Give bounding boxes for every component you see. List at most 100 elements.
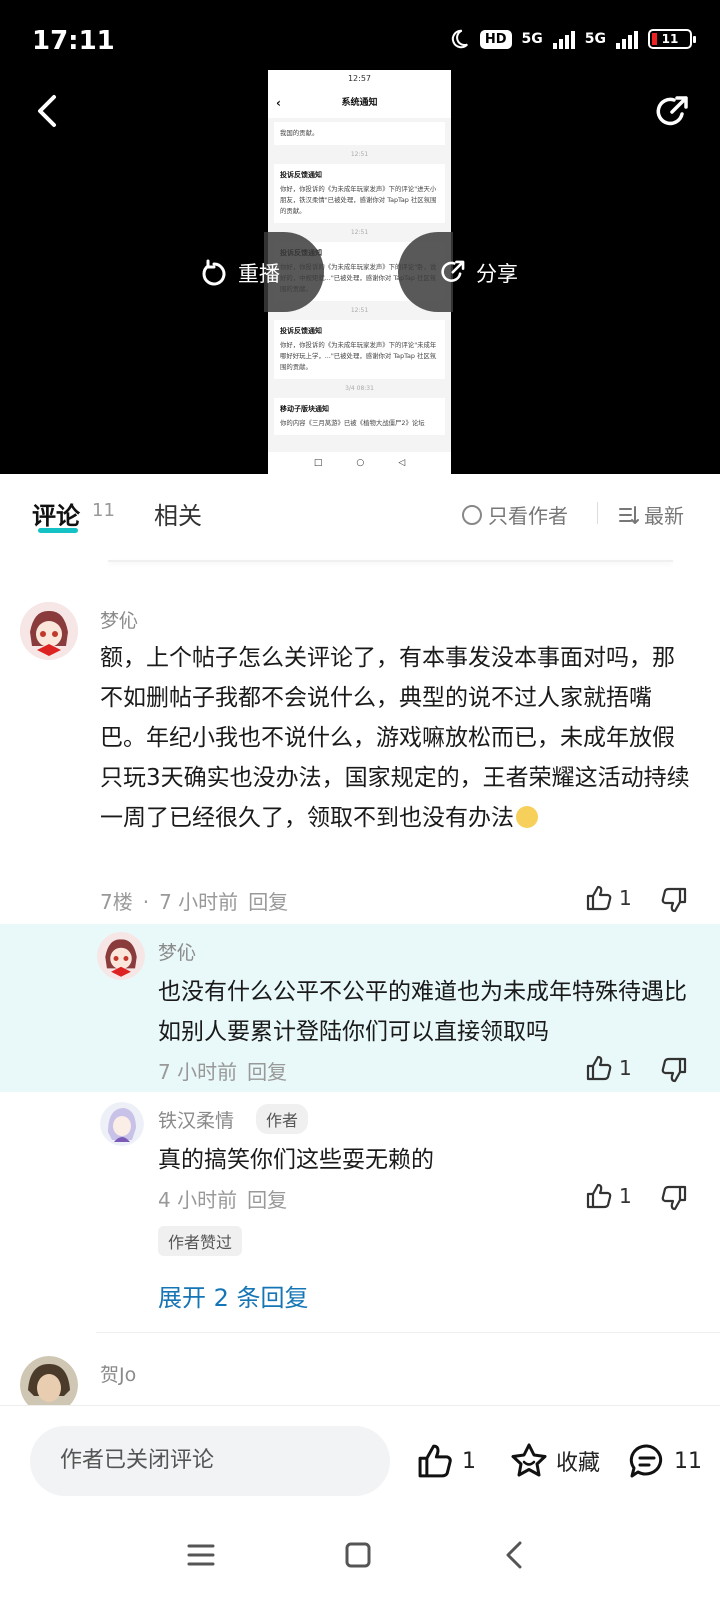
like-count: 1	[619, 1184, 632, 1208]
status-time: 17:11	[32, 26, 115, 56]
tab-active-indicator	[38, 528, 78, 533]
only-author-label: 只看作者	[488, 504, 568, 528]
tab-related[interactable]: 相关	[154, 496, 202, 531]
comment-body: 额，上个帖子怎么关评论了，有本事发没本事面对吗，那不如删帖子我都不会说什么，典型…	[100, 645, 690, 831]
phone-title: 系统通知	[341, 98, 378, 108]
post-like-count: 1	[462, 1448, 476, 1474]
avatar[interactable]	[97, 932, 145, 980]
like-count: 1	[619, 886, 632, 910]
comment-username[interactable]: 梦伈	[100, 606, 138, 633]
reply-meta: 4 小时前 回复	[158, 1184, 297, 1213]
phone-back-icon: ‹	[276, 96, 281, 110]
phone-card-text: 你好，你投诉的《为未成年玩家发声》下的评论"进天小朋友，铁汉柔情"已被处理，感谢…	[280, 185, 437, 215]
comment-floor: 7楼	[100, 890, 133, 914]
comment-meta: 7楼 · 7 小时前 回复	[100, 886, 298, 915]
reply-time: 4 小时前	[158, 1188, 238, 1212]
thumbs-up-icon	[418, 1444, 452, 1478]
reply-button[interactable]: 回复	[248, 890, 288, 914]
tab-comments-count: 11	[92, 500, 115, 521]
thumbs-down-icon[interactable]	[660, 1184, 688, 1212]
replay-icon	[202, 259, 226, 286]
only-author-toggle[interactable]: 只看作者	[462, 500, 568, 529]
phone-card-time: 3/4 08:31	[345, 385, 374, 392]
author-tag: 作者	[256, 1104, 309, 1134]
thumbs-down-icon[interactable]	[660, 1056, 688, 1084]
network-label-2: 5G	[584, 31, 606, 47]
avatar[interactable]	[100, 1102, 144, 1146]
status-bar: 17:11 HD 5G 5G 11	[0, 0, 720, 80]
comment-time: 7 小时前	[159, 890, 239, 914]
expand-replies-link[interactable]: 展开 2 条回复	[158, 1278, 309, 1313]
phone-time: 12:57	[347, 74, 372, 83]
reply-time: 7 小时前	[158, 1060, 238, 1084]
sort-toggle[interactable]: 最新	[618, 500, 684, 529]
comment-input[interactable]: 作者已关闭评论	[30, 1426, 390, 1496]
collect-button[interactable]: 收藏	[510, 1442, 600, 1480]
share-icon[interactable]	[652, 94, 690, 132]
like-button[interactable]: 1	[585, 884, 632, 912]
phone-card: 移动子版块通知你的内容《三月莴游》已被《植物大战僵尸2》论坛	[274, 398, 445, 435]
phone-card-time: 12:51	[350, 151, 369, 158]
thumbs-up-icon	[586, 1183, 612, 1209]
hd-icon: HD	[479, 29, 512, 49]
comment-username[interactable]: 贺Jo	[100, 1360, 136, 1387]
sort-icon	[619, 505, 639, 524]
avatar[interactable]	[20, 602, 78, 660]
phone-square-icon: □	[313, 458, 323, 468]
phone-card-text: 我国的贡献。	[280, 129, 319, 137]
menu-icon[interactable]	[186, 1540, 216, 1570]
reply-text: 也没有什么公平不公平的难道也为未成年特殊待遇比如别人要累计登陆你们可以直接领取吗	[158, 979, 687, 1045]
comments-button[interactable]: 11	[628, 1442, 702, 1480]
like-button[interactable]: 1	[585, 1182, 632, 1210]
signal-icon-2	[616, 29, 638, 49]
share-small-icon	[441, 260, 465, 282]
emoji-icon	[516, 806, 538, 828]
sort-label: 最新	[644, 504, 684, 528]
comment-divider	[96, 1332, 720, 1333]
video-player[interactable]: 17:11 HD 5G 5G 11 12:57 ‹ 系统通知 我国的贡献。 12:…	[0, 0, 720, 474]
tab-comments[interactable]: 评论	[32, 496, 80, 531]
like-post-button[interactable]: 1	[416, 1442, 476, 1480]
phone-card-title: 移动子版块通知	[280, 405, 329, 413]
thumbs-down-icon[interactable]	[660, 886, 688, 914]
bottom-action-bar: 作者已关闭评论 1 收藏 11	[0, 1405, 720, 1520]
comment-count: 11	[674, 1448, 702, 1474]
battery-icon: 11	[648, 29, 696, 49]
home-icon[interactable]	[343, 1540, 373, 1570]
network-label: 5G	[521, 31, 543, 47]
reply-meta: 7 小时前 回复	[158, 1056, 297, 1085]
back-nav-icon[interactable]	[500, 1540, 530, 1570]
share-label: 分享	[476, 262, 518, 286]
status-icons: HD 5G 5G 11	[448, 28, 696, 50]
thumbs-up-icon	[586, 885, 612, 911]
phone-circle-icon: ○	[356, 458, 365, 468]
reply-text: 真的搞笑你们这些耍无赖的	[158, 1147, 434, 1173]
back-icon[interactable]	[36, 94, 58, 128]
star-icon	[511, 1443, 547, 1477]
like-button[interactable]: 1	[585, 1054, 632, 1082]
section-divider	[108, 560, 673, 562]
phone-nav: ‹ 系统通知	[268, 88, 451, 118]
phone-back-triangle-icon: ◁	[398, 458, 406, 468]
phone-card-title: 投诉反馈通知	[280, 327, 322, 335]
phone-status-bar: 12:57	[268, 70, 451, 88]
phone-card-title: 投诉反馈通知	[280, 171, 322, 179]
replay-label: 重播	[238, 262, 280, 286]
phone-card-text: 你的内容《三月莴游》已被《植物大战僵尸2》论坛	[280, 419, 425, 427]
phone-nav-bar: □ ○ ◁	[268, 452, 451, 474]
share-control[interactable]: 分享	[438, 258, 518, 288]
system-navigation-bar	[0, 1520, 720, 1600]
radio-circle-icon	[462, 504, 482, 525]
reply-button[interactable]: 回复	[247, 1188, 287, 1212]
signal-icon	[552, 29, 575, 49]
phone-card: 投诉反馈通知 你好，你投诉的《为未成年玩家发声》下的评论"未成年哪好好玩上学，..…	[274, 320, 445, 379]
reply-button[interactable]: 回复	[247, 1060, 287, 1084]
thumbs-up-icon	[586, 1055, 612, 1081]
reply-username[interactable]: 梦伈	[158, 938, 196, 965]
battery-level: 11	[661, 32, 679, 46]
like-count: 1	[619, 1056, 632, 1080]
phone-card: 投诉反馈通知你好，你投诉的《为未成年玩家发声》下的评论"进天小朋友，铁汉柔情"已…	[274, 164, 445, 223]
reply-username[interactable]: 铁汉柔情	[158, 1106, 234, 1133]
comment-text: 额，上个帖子怎么关评论了，有本事发没本事面对吗，那不如删帖子我都不会说什么，典型…	[100, 638, 690, 838]
replay-control[interactable]: 重播	[200, 258, 280, 288]
